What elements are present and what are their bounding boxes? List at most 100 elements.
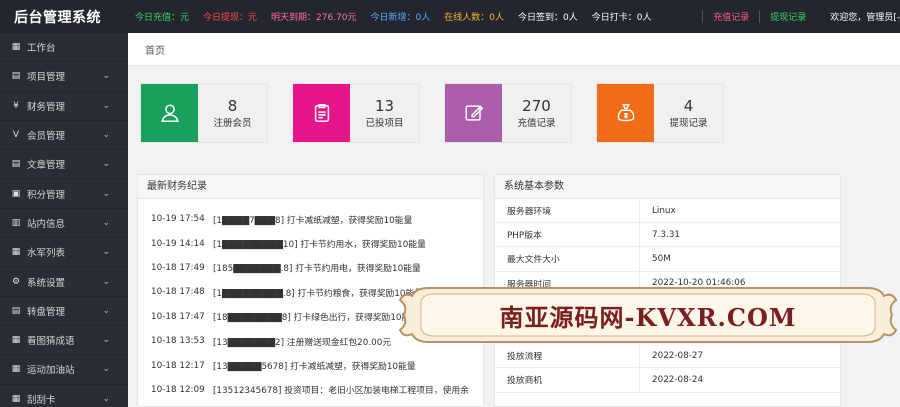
chevron-down-icon: ⌄ xyxy=(102,159,110,170)
sidebar-item-1[interactable]: ▤ 项目管理 ⌄ xyxy=(0,62,128,92)
clipboard-icon xyxy=(314,104,329,122)
sidebar-item-label: 系统设置 xyxy=(27,277,66,289)
stat-due-tomorrow: 明天到期：276.70元 xyxy=(271,13,357,23)
sidebar-item-10[interactable]: ▦ 看图猜成语 ⌄ xyxy=(0,326,128,356)
welcome-user-menu[interactable]: 欢迎您，管理员[- xyxy=(816,10,900,23)
document-icon: ▤ xyxy=(11,159,21,170)
card-icon-box xyxy=(445,84,502,142)
watermark-banner: 南亚源码网-KVXR.COM xyxy=(398,282,898,348)
chevron-down-icon: ⌄ xyxy=(102,276,110,287)
card-label: 充值记录 xyxy=(517,118,556,129)
breadcrumb-home[interactable]: 首页 xyxy=(145,42,165,57)
sidebar-item-label: 文章管理 xyxy=(27,160,66,172)
chevron-down-icon: ⌄ xyxy=(102,305,110,316)
message-icon: ▥ xyxy=(11,217,21,228)
stat-card-recharge[interactable]: 270 充值记录 xyxy=(444,83,572,143)
wheel-icon: ▤ xyxy=(11,305,21,316)
dashboard-icon: ▦ xyxy=(11,42,21,53)
sidebar-item-label: 刮刮卡 xyxy=(27,394,56,406)
sidebar-item-3[interactable]: V 会员管理 ⌄ xyxy=(0,121,128,151)
sidebar-item-8[interactable]: ⚙ 系统设置 ⌄ xyxy=(0,267,128,297)
list-item: 10-18 17:49 [185▇▇▇▇▇▇▇.8] 打卡节约用电，获得奖励10能… xyxy=(138,256,483,280)
stat-today-withdraw: 今日提现：元 xyxy=(203,13,258,23)
record-info: [13▇▇▇▇▇5678] 打卡减纸减塑，获得奖励10能量 xyxy=(213,362,416,373)
stat-checkin-today: 今日打卡：0人 xyxy=(591,13,652,23)
param-value: 2022-08-24 xyxy=(652,374,704,385)
chevron-down-icon: ⌄ xyxy=(102,335,110,346)
record-info: [1▇▇▇▇▇▇▇▇▇10] 打卡节约用水，获得奖励10能量 xyxy=(213,240,426,251)
app-title: 后台管理系统 xyxy=(14,9,101,26)
sidebar-item-label: 水军列表 xyxy=(27,248,66,260)
sidebar-item-9[interactable]: ▤ 转盘管理 ⌄ xyxy=(0,297,128,326)
chevron-down-icon: ⌄ xyxy=(102,188,110,199)
sidebar-item-label: 会员管理 xyxy=(27,131,66,143)
stat-card-withdraw[interactable]: 4 提现记录 xyxy=(596,83,724,143)
sidebar-item-label: 转盘管理 xyxy=(27,306,66,318)
table-row: PHP版本 7.3.31 xyxy=(495,223,840,248)
chevron-down-icon: ⌄ xyxy=(102,100,110,111)
sidebar-item-0[interactable]: ▦ 工作台 xyxy=(0,33,128,63)
sidebar-item-5[interactable]: ▣ 积分管理 ⌄ xyxy=(0,179,128,209)
card-value: 13 xyxy=(374,97,395,115)
breadcrumb: 首页 xyxy=(128,33,900,66)
sidebar-item-11[interactable]: ▦ 运动加油站 ⌄ xyxy=(0,355,128,385)
sidebar-item-2[interactable]: ¥ 财务管理 ⌄ xyxy=(0,92,128,121)
sidebar-item-label: 积分管理 xyxy=(27,189,66,201)
record-info: [1▇▇▇▇7▇▇▇8] 打卡减纸减塑，获得奖励10能量 xyxy=(213,215,413,226)
record-time: 10-18 13:53 xyxy=(151,336,205,347)
card-value: 4 xyxy=(683,97,694,115)
stat-card-projects[interactable]: 13 已投项目 xyxy=(292,83,420,143)
points-icon: ▣ xyxy=(11,188,21,199)
recharge-records-link[interactable]: 充值记录 xyxy=(702,10,759,23)
card-icon-box xyxy=(293,84,350,142)
card-value: 270 xyxy=(522,97,551,115)
record-time: 10-18 17:48 xyxy=(151,287,205,298)
record-time: 10-18 12:17 xyxy=(151,360,205,371)
card-label: 已投项目 xyxy=(365,118,404,129)
sidebar-item-6[interactable]: ▥ 站内信息 ⌄ xyxy=(0,209,128,239)
param-key: PHP版本 xyxy=(495,223,640,247)
panel-title: 系统基本参数 xyxy=(495,175,840,199)
stat-online: 在线人数：0人 xyxy=(444,13,504,23)
sidebar-item-label: 运动加油站 xyxy=(27,365,75,377)
record-time: 10-18 17:49 xyxy=(151,262,205,273)
stat-new-today: 今日新增：0人 xyxy=(370,13,431,23)
money-bag-icon xyxy=(617,104,634,122)
record-time: 10-19 14:14 xyxy=(151,238,205,249)
card-icon-box xyxy=(597,84,654,142)
param-value: 7.3.31 xyxy=(652,229,680,240)
card-icon-box xyxy=(141,84,198,142)
chevron-down-icon: ⌄ xyxy=(102,130,110,141)
record-info: [185▇▇▇▇▇▇▇.8] 打卡节约用电，获得奖励10能量 xyxy=(213,264,421,275)
chevron-down-icon: ⌄ xyxy=(102,247,110,258)
watermark-text: 南亚源码网-KVXR.COM xyxy=(499,302,797,332)
list-item: 10-19 17:54 [1▇▇▇▇7▇▇▇8] 打卡减纸减塑，获得奖励10能量 xyxy=(138,207,483,231)
image-icon: ▦ xyxy=(11,335,21,346)
user-icon xyxy=(160,104,179,122)
chevron-down-icon: ⌄ xyxy=(102,71,110,82)
sidebar-item-7[interactable]: ▦ 水军列表 ⌄ xyxy=(0,238,128,268)
sidebar-item-4[interactable]: ▤ 文章管理 ⌄ xyxy=(0,150,128,180)
withdraw-records-link[interactable]: 提现记录 xyxy=(759,10,816,23)
chevron-down-icon: ⌄ xyxy=(102,364,110,375)
param-key: 最大文件大小 xyxy=(495,247,640,271)
card-label: 注册会员 xyxy=(213,118,252,129)
sidebar-item-label: 看图猜成语 xyxy=(27,336,75,348)
sidebar-item-12[interactable]: ▦ 刮刮卡 ⌄ xyxy=(0,385,128,407)
edit-icon xyxy=(464,105,483,121)
table-row: 最大文件大小 50M xyxy=(495,247,840,272)
list-item: 10-18 12:17 [13▇▇▇▇▇5678] 打卡减纸减塑，获得奖励10能量 xyxy=(138,353,483,377)
gear-icon: ⚙ xyxy=(11,276,21,287)
record-info: [13512345678] 投资项目：老旧小区加装电梯工程项目，使用余 xyxy=(213,386,469,397)
chevron-down-icon: ⌄ xyxy=(102,393,110,404)
param-value: 50M xyxy=(652,253,671,264)
record-time: 10-18 12:09 xyxy=(151,384,205,395)
record-time: 10-19 17:54 xyxy=(151,214,205,225)
sidebar-item-label: 项目管理 xyxy=(27,72,66,84)
param-key: 投放商机 xyxy=(495,368,640,392)
table-row: 投放商机 2022-08-24 xyxy=(495,368,840,393)
stats-bar: 今日充值：元 今日提现：元 明天到期：276.70元 今日新增：0人 在线人数：… xyxy=(128,10,702,23)
list-item: 10-19 14:14 [1▇▇▇▇▇▇▇▇▇10] 打卡节约用水，获得奖励10能… xyxy=(138,231,483,255)
stat-card-members[interactable]: 8 注册会员 xyxy=(140,83,268,143)
sidebar-item-label: 财务管理 xyxy=(27,101,66,113)
